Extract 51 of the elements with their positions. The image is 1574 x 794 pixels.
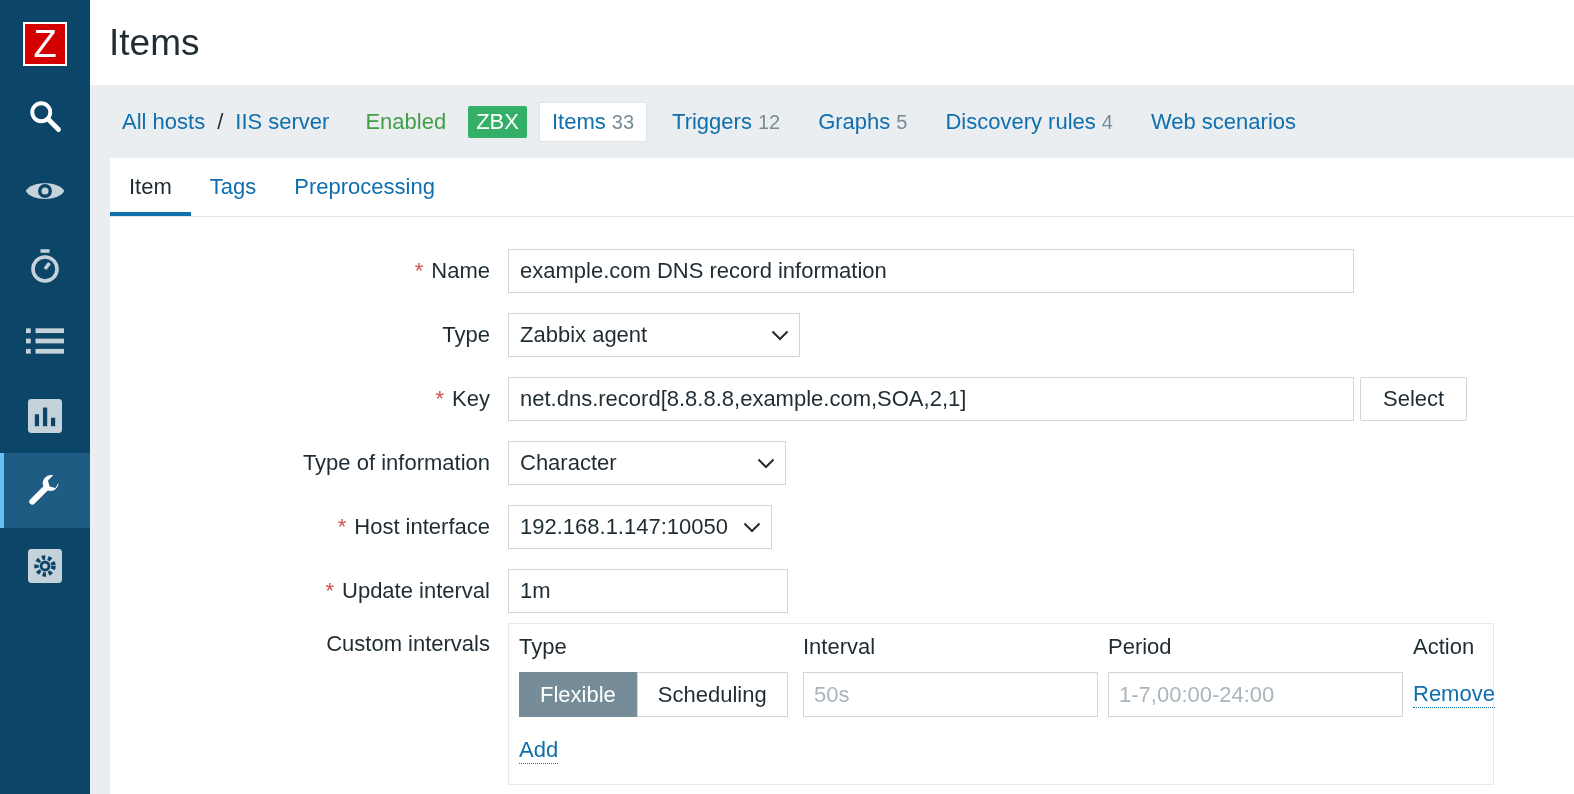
page-title: Items <box>109 21 200 64</box>
column-header: Period <box>1108 634 1173 660</box>
column-header: Type <box>519 634 568 660</box>
mode-toggle-button[interactable]: Flexible <box>519 672 637 717</box>
period-field[interactable]: 1-7,00:00-24:00 <box>1108 672 1403 717</box>
form-tab[interactable]: Preprocessing <box>275 158 454 216</box>
form-tab[interactable]: Tags <box>190 158 276 216</box>
dropdown[interactable]: Zabbix agent <box>508 313 800 357</box>
text-field[interactable]: net.dns.record[8.8.8.8,example.com,SOA,2,1] <box>508 377 1354 421</box>
form-tab[interactable]: Item <box>110 158 191 216</box>
chevron-down-icon <box>743 521 761 533</box>
column-header: Interval <box>803 634 877 660</box>
field-label: Key <box>452 386 490 411</box>
field-label: Update interval <box>342 578 490 603</box>
bar-chart-icon <box>28 398 62 433</box>
wrench-menu-item[interactable] <box>0 453 90 528</box>
stopwatch-icon <box>29 247 61 284</box>
text-field[interactable]: example.com DNS record information <box>508 249 1354 293</box>
text-field[interactable]: 1m <box>508 569 788 613</box>
dropdown[interactable]: 192.168.1.147:10050 <box>508 505 772 549</box>
interval-field[interactable]: 50s <box>803 672 1098 717</box>
host-tab[interactable]: Items 33 <box>538 101 647 142</box>
agent-badge: ZBX <box>468 105 527 138</box>
host-tab[interactable]: Discovery rules 4 <box>932 101 1126 142</box>
breadcrumb-separator: / <box>217 108 224 135</box>
required-mark: * <box>435 386 445 411</box>
gear-icon <box>28 548 62 583</box>
host-tab[interactable]: Triggers 12 <box>659 101 794 142</box>
remove-link[interactable]: Remove <box>1413 681 1495 708</box>
chevron-down-icon <box>771 329 789 341</box>
add-link[interactable]: Add <box>519 737 559 764</box>
field-label: Host interface <box>354 514 490 539</box>
field-label: Custom intervals <box>326 631 490 656</box>
required-mark: * <box>414 258 424 283</box>
field-label: Type <box>442 322 490 347</box>
required-mark: * <box>325 578 334 603</box>
dropdown[interactable]: Character <box>508 441 786 485</box>
chevron-down-icon <box>757 457 775 469</box>
host-tab[interactable]: Web scenarios <box>1137 101 1310 142</box>
mode-toggle-button[interactable]: Scheduling <box>636 672 788 717</box>
select-button[interactable]: Select <box>1360 377 1468 421</box>
field-label: Type of information <box>302 450 490 475</box>
logo[interactable]: Z <box>23 22 67 66</box>
host-tab[interactable]: Graphs 5 <box>805 101 921 142</box>
breadcrumb-link[interactable]: IIS server <box>235 108 330 135</box>
required-mark: * <box>337 514 347 539</box>
status-link[interactable]: Enabled <box>365 108 447 135</box>
breadcrumb-link[interactable]: All hosts <box>122 108 206 135</box>
field-label: Name <box>431 258 490 283</box>
column-header: Action <box>1413 634 1476 660</box>
list-icon <box>26 327 64 354</box>
